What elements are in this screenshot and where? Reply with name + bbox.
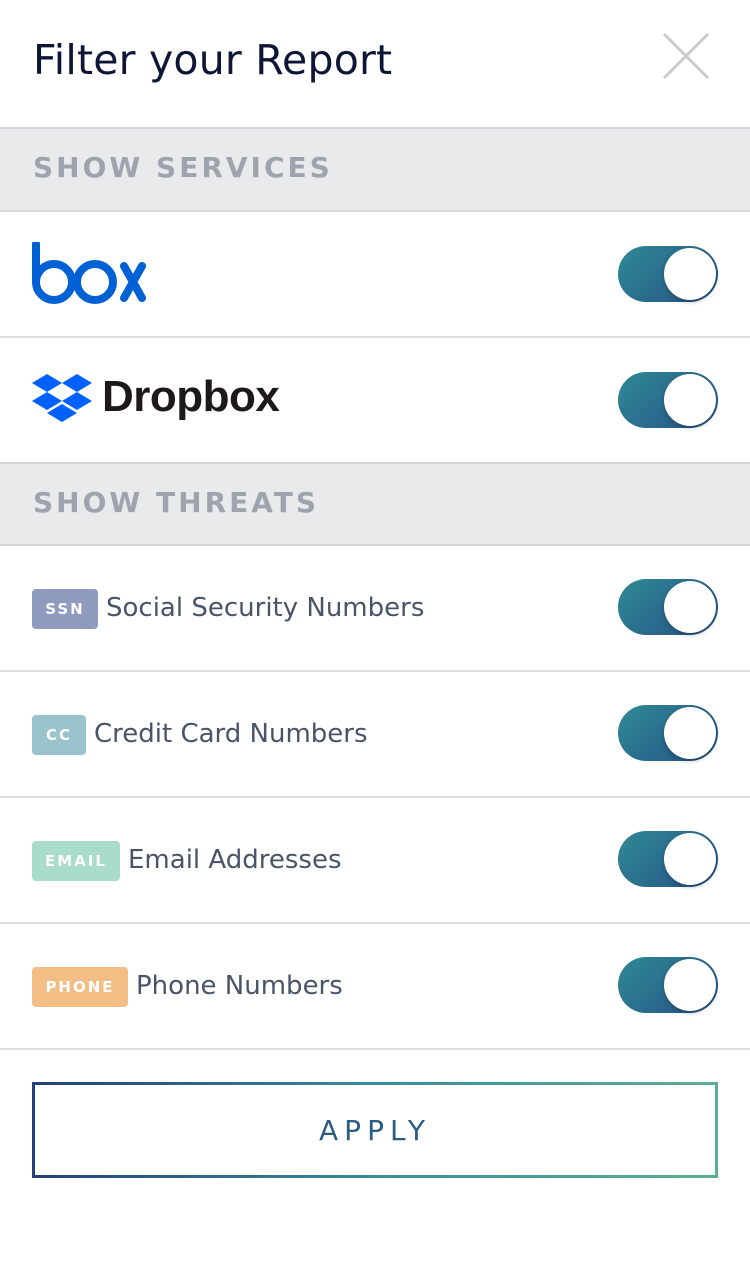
toggle-knob xyxy=(664,833,716,885)
threat-row-ssn: SSN Social Security Numbers xyxy=(0,546,750,672)
section-title-threats: SHOW THREATS xyxy=(33,486,320,519)
email-badge: EMAIL xyxy=(32,841,120,881)
service-row-box xyxy=(0,212,750,338)
apply-label: APPLY xyxy=(319,1113,431,1147)
ssn-badge: SSN xyxy=(32,589,98,629)
toggle-cc[interactable] xyxy=(618,705,718,761)
toggle-knob xyxy=(664,581,716,633)
threat-label-ssn: Social Security Numbers xyxy=(106,593,425,623)
dropbox-wordmark: Dropbox xyxy=(102,372,280,421)
threat-label-email: Email Addresses xyxy=(128,845,342,875)
toggle-knob xyxy=(664,374,716,426)
service-row-dropbox: Dropbox xyxy=(0,338,750,464)
close-icon[interactable] xyxy=(656,26,716,86)
threat-label-phone: Phone Numbers xyxy=(136,971,343,1001)
threat-row-cc: CC Credit Card Numbers xyxy=(0,672,750,798)
dropbox-icon xyxy=(32,374,92,422)
toggle-box[interactable] xyxy=(618,246,718,302)
close-button[interactable] xyxy=(656,26,716,86)
toggle-dropbox[interactable] xyxy=(618,372,718,428)
toggle-email[interactable] xyxy=(618,831,718,887)
section-title-services: SHOW SERVICES xyxy=(33,151,333,184)
modal-header: Filter your Report xyxy=(0,0,750,128)
toggle-ssn[interactable] xyxy=(618,579,718,635)
cc-badge: CC xyxy=(32,715,86,755)
toggle-knob xyxy=(664,248,716,300)
page-title: Filter your Report xyxy=(33,36,393,84)
toggle-knob xyxy=(664,707,716,759)
threat-label-cc: Credit Card Numbers xyxy=(94,719,368,749)
toggle-phone[interactable] xyxy=(618,957,718,1013)
apply-button[interactable]: APPLY xyxy=(32,1082,718,1178)
section-header-threats: SHOW THREATS xyxy=(0,462,750,546)
phone-badge: PHONE xyxy=(32,967,128,1007)
toggle-knob xyxy=(664,959,716,1011)
threat-row-email: EMAIL Email Addresses xyxy=(0,798,750,924)
box-logo xyxy=(32,242,146,304)
threat-row-phone: PHONE Phone Numbers xyxy=(0,924,750,1050)
section-header-services: SHOW SERVICES xyxy=(0,127,750,212)
